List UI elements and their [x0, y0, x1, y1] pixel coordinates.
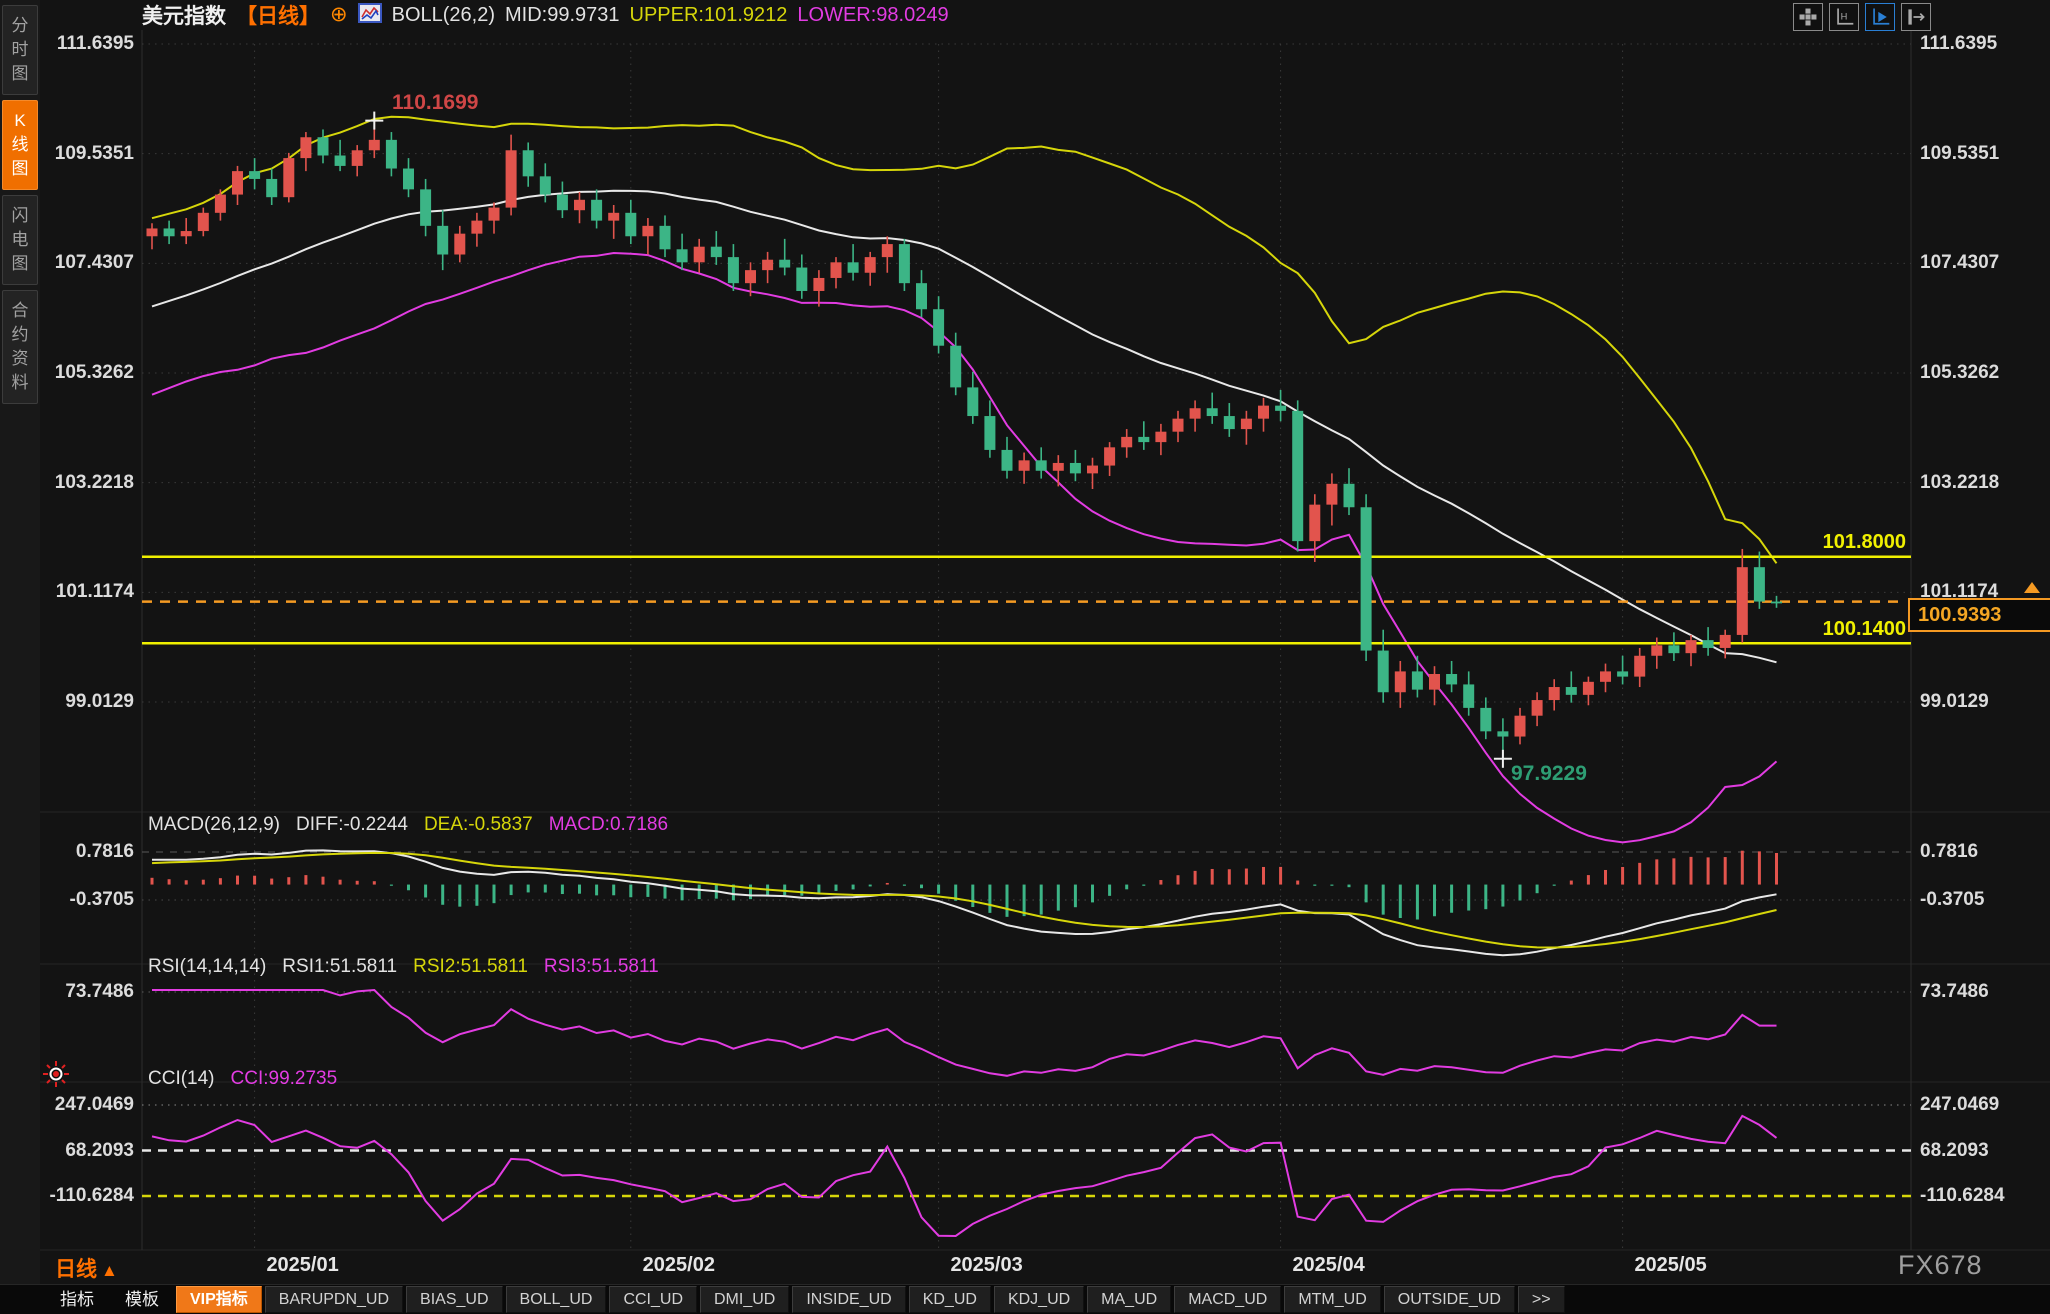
- tab-模板[interactable]: 模板: [111, 1286, 173, 1313]
- y-axis-label-right: 103.2218: [1920, 472, 2046, 494]
- sidebar-item-合约资料[interactable]: 合约资料: [2, 290, 38, 404]
- cci-axis-label-right: 68.2093: [1920, 1140, 2046, 1162]
- timeframe-label: 日线: [55, 1258, 97, 1281]
- cci-axis-label-left: 68.2093: [26, 1140, 134, 1162]
- svg-text:H: H: [1841, 12, 1848, 22]
- sidebar-item-分时图[interactable]: 分时图: [2, 5, 38, 95]
- y-axis-label-right: 111.6395: [1920, 33, 2046, 55]
- last-price-badge: 100.9393: [1908, 598, 2050, 632]
- boll-bands: [152, 117, 1777, 843]
- shift-right-icon[interactable]: [1901, 3, 1931, 31]
- macd-axis-label-right: 0.7816: [1920, 841, 2046, 863]
- x-axis-label: 2025/04: [1264, 1254, 1394, 1277]
- app-root: 111.6395 111.6395 109.5351 109.5351 107.4307…: [0, 0, 2050, 1314]
- indicator-name[interactable]: BOLL(26,2): [392, 4, 495, 27]
- rsi-axis-label-right: 73.7486: [1920, 981, 2046, 1003]
- tab->>[interactable]: >>: [1518, 1286, 1565, 1313]
- y-axis-label-left: 101.1174: [26, 581, 134, 603]
- macd-macd-value: MACD:0.7186: [549, 814, 668, 836]
- macd-diff-value: DIFF:-0.2244: [296, 814, 408, 836]
- pan-icon[interactable]: [1793, 3, 1823, 31]
- high-price-annotation: 110.1699: [392, 91, 478, 115]
- tab-BIAS_UD[interactable]: BIAS_UD: [406, 1286, 502, 1313]
- sidebar-item-K线图[interactable]: K线图: [2, 100, 38, 190]
- macd-dea-value: DEA:-0.5837: [424, 814, 533, 836]
- chart-toolbar: H: [1793, 3, 1931, 31]
- cci-axis-label-right: 247.0469: [1920, 1094, 2046, 1116]
- tab-INSIDE_UD[interactable]: INSIDE_UD: [792, 1286, 905, 1313]
- tab-KDJ_UD[interactable]: KDJ_UD: [994, 1286, 1084, 1313]
- price-up-arrow-icon: [2024, 582, 2040, 593]
- tab-DMI_UD[interactable]: DMI_UD: [700, 1286, 789, 1313]
- sidebar: 分时图 K线图闪电图合约资料: [0, 0, 40, 1284]
- tab-MTM_UD[interactable]: MTM_UD: [1284, 1286, 1380, 1313]
- y-axis-label-left: 103.2218: [26, 472, 134, 494]
- cci-axis-label-left: 247.0469: [26, 1094, 134, 1116]
- tab-BARUPDN_UD[interactable]: BARUPDN_UD: [265, 1286, 403, 1313]
- cci-axis-label-left: -110.6284: [26, 1185, 134, 1207]
- cci-value: CCI:99.2735: [231, 1068, 338, 1090]
- y-axis-label-left: 109.5351: [26, 143, 134, 165]
- x-axis-label: 2025/02: [614, 1254, 744, 1277]
- period-tag[interactable]: 【日线】: [236, 0, 320, 30]
- rsi3-value: RSI3:51.5811: [544, 956, 659, 978]
- rsi1-value: RSI1:51.5811: [282, 956, 397, 978]
- y-axis-label-left: 105.3262: [26, 362, 134, 384]
- low-price-annotation: 97.9229: [1511, 762, 1587, 786]
- cci-axis-label-right: -110.6284: [1920, 1185, 2046, 1207]
- boll-lower-value: LOWER:98.0249: [797, 4, 948, 27]
- tab-VIP指标[interactable]: VIP指标: [176, 1286, 262, 1313]
- rsi-panel-title: RSI(14,14,14) RSI1:51.5811 RSI2:51.5811 …: [148, 956, 659, 978]
- y-axis-label-right: 107.4307: [1920, 252, 2046, 274]
- watermark: FX678: [1898, 1250, 1983, 1281]
- macd-indicator-name[interactable]: MACD(26,12,9): [148, 814, 280, 836]
- x-axis-label: 2025/01: [238, 1254, 368, 1277]
- cci-panel-title: CCI(14) CCI:99.2735: [148, 1068, 337, 1090]
- tab-BOLL_UD[interactable]: BOLL_UD: [506, 1286, 607, 1313]
- rsi-axis-label-left: 73.7486: [26, 981, 134, 1003]
- chart-region[interactable]: 111.6395 111.6395 109.5351 109.5351 107.4307…: [0, 0, 2050, 1314]
- boll-mid-value: MID:99.9731: [505, 4, 620, 27]
- tab-CCI_UD[interactable]: CCI_UD: [609, 1286, 697, 1313]
- axis-scale-icon[interactable]: H: [1829, 3, 1859, 31]
- x-axis-label: 2025/03: [922, 1254, 1052, 1277]
- y-axis-label-left: 99.0129: [26, 691, 134, 713]
- indicator-tab-bar: 指标模板VIP指标BARUPDN_UDBIAS_UDBOLL_UDCCI_UDD…: [0, 1284, 2050, 1314]
- alert-dot-icon[interactable]: [42, 1060, 70, 1093]
- rsi2-value: RSI2:51.5811: [413, 956, 528, 978]
- tab-MACD_UD[interactable]: MACD_UD: [1174, 1286, 1281, 1313]
- macd-panel-title: MACD(26,12,9) DIFF:-0.2244 DEA:-0.5837 M…: [148, 814, 668, 836]
- macd-axis-label-left: -0.3705: [26, 889, 134, 911]
- cci-indicator-name[interactable]: CCI(14): [148, 1068, 215, 1090]
- support-level-label: 100.1400: [1746, 618, 1906, 641]
- boll-upper-value: UPPER:101.9212: [630, 4, 788, 27]
- tab-OUTSIDE_UD[interactable]: OUTSIDE_UD: [1384, 1286, 1515, 1313]
- y-axis-label-left: 107.4307: [26, 252, 134, 274]
- timeframe-selector[interactable]: 日线▲: [55, 1253, 118, 1283]
- macd-axis-label-left: 0.7816: [26, 841, 134, 863]
- autoplay-scale-icon[interactable]: [1865, 3, 1895, 31]
- triangle-up-icon: ▲: [101, 1261, 118, 1280]
- y-axis-label-right: 99.0129: [1920, 691, 2046, 713]
- macd-axis-label-right: -0.3705: [1920, 889, 2046, 911]
- chart-canvas[interactable]: [0, 0, 2050, 1314]
- resistance-level-label: 101.8000: [1746, 531, 1906, 554]
- y-axis-label-right: 105.3262: [1920, 362, 2046, 384]
- candles: [147, 121, 1783, 759]
- y-axis-label-left: 111.6395: [26, 33, 134, 55]
- chart-header: 美元指数 【日线】 ⊕ BOLL(26,2) MID:99.9731 UPPER…: [142, 0, 949, 30]
- tab-指标[interactable]: 指标: [46, 1286, 108, 1313]
- mini-chart-icon[interactable]: [358, 3, 382, 28]
- tab-KD_UD[interactable]: KD_UD: [909, 1286, 991, 1313]
- rsi-indicator-name[interactable]: RSI(14,14,14): [148, 956, 266, 978]
- circle-plus-icon[interactable]: ⊕: [330, 5, 348, 25]
- tab-MA_UD[interactable]: MA_UD: [1087, 1286, 1171, 1313]
- sidebar-item-闪电图[interactable]: 闪电图: [2, 195, 38, 285]
- y-axis-label-right: 109.5351: [1920, 143, 2046, 165]
- symbol-title: 美元指数: [142, 0, 226, 30]
- x-axis-label: 2025/05: [1606, 1254, 1736, 1277]
